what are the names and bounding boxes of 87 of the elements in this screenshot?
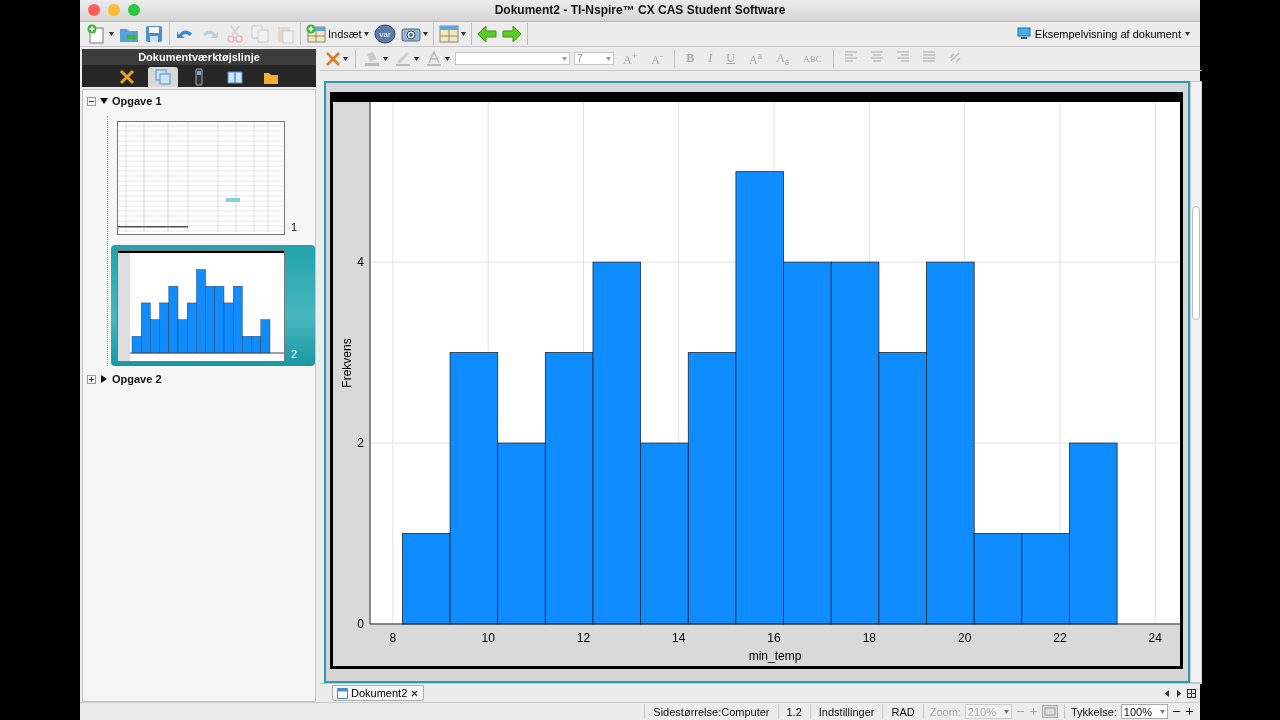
page-number: 1 [291,221,298,236]
left-arrow-icon [476,23,497,44]
page-number: 2 [291,348,298,363]
right-arrow-icon [501,23,522,44]
x-tick-label: 16 [767,631,781,646]
minimize-button[interactable] [108,4,120,17]
layout-icon [438,23,459,44]
plus-icon [1029,707,1038,717]
thickness-field[interactable]: 100% [1120,704,1168,720]
format-button[interactable]: A$^{+}$ [618,48,643,69]
selected-page-item[interactable]: 2 [111,245,315,367]
thickness-label: Tykkelse: [1071,705,1117,718]
y-axis-title: Frekvens [340,338,354,388]
dropdown-icon [604,54,613,64]
tools-icon [118,68,136,87]
copy-icon [250,23,270,44]
caret-icon [1185,31,1190,36]
insert-button[interactable]: Indsæt [305,22,370,45]
format-button[interactable]: B [681,48,700,69]
collapse-icon [87,96,96,106]
pen-icon [394,50,412,68]
y-tick-label: 0 [357,617,364,632]
right-arrow-icon [1175,688,1183,698]
format-button[interactable]: U [721,48,740,69]
angle-mode-status: RAD [882,704,923,720]
x-axis-title: min_temp [748,649,802,664]
align-center-icon [870,50,883,63]
page-size-status: Sidestørrelse:Computer [644,704,778,720]
caret-icon [414,56,419,61]
x-tick-label: 14 [672,631,686,646]
caret-icon [383,56,388,61]
insert-page-icon [306,23,326,44]
problem-label[interactable]: Opgave 2 [112,373,162,386]
format-button[interactable]: I [703,48,718,69]
x-tick-label: 20 [957,631,972,646]
monitor-icon [1016,27,1031,41]
expand-icon [87,374,96,384]
scrollbar-thumb[interactable] [1192,206,1200,321]
save-icon [144,23,164,44]
var-button[interactable]: var [372,22,397,45]
page-sorter-icon [154,68,172,87]
doc-icon [87,23,107,44]
book-icon [226,68,244,87]
x-tick-label: 12 [576,631,591,646]
fit-page-icon [1042,705,1058,719]
format-button[interactable]: A$^{-}$ [646,48,669,69]
align-right-icon [896,50,909,63]
x-tick-label: 8 [389,631,397,646]
document-icon [337,687,348,699]
x-tick-label: 22 [1053,631,1067,646]
document-tab[interactable]: Dokument2 [332,685,425,702]
format-button[interactable]: A$_{a}$ [771,48,795,69]
left-arrow-icon [1163,688,1171,698]
font-size-field[interactable]: 7 [574,52,614,66]
plus-icon [1185,707,1194,717]
scissors-icon [225,23,245,44]
y-tick-label: 4 [357,255,364,270]
page-number-status: 1.2 [777,704,810,720]
caret-icon [343,56,348,61]
window-title: Dokument2 - TI-Nspire™ CX CAS Student Software [494,3,786,18]
zoom-button[interactable] [128,4,140,17]
preview-button[interactable]: Eksempelvisning af dokument [1010,26,1196,42]
panel-title: Dokumentværktøjslinje [138,51,260,64]
justify-icon [922,50,935,63]
align-left-icon [844,50,857,63]
close-icon [410,688,420,698]
paint-bucket-icon [363,50,381,68]
problem-label[interactable]: Opgave 1 [112,95,162,108]
dropdown-icon [560,54,569,64]
scrollbar[interactable] [1190,81,1202,684]
x-tick-label: 10 [481,631,495,646]
close-button[interactable] [88,4,100,17]
y-tick-label: 2 [357,436,364,451]
zoom-label: Zoom: [929,705,961,718]
tools-icon [325,50,341,67]
new-button[interactable] [86,22,115,45]
layout-button[interactable] [437,22,467,45]
text-color-icon [425,50,443,68]
grid-icon [1187,688,1196,698]
link-icon [948,50,961,63]
settings-link[interactable]: Indstillinger [809,704,883,720]
format-button[interactable]: ABC [798,48,827,69]
caret-icon [445,56,450,61]
format-button[interactable]: A$^{a}$ [744,48,768,69]
x-tick-label: 18 [862,631,876,646]
x-tick-label: 24 [1148,631,1162,646]
font-field[interactable] [455,52,570,66]
